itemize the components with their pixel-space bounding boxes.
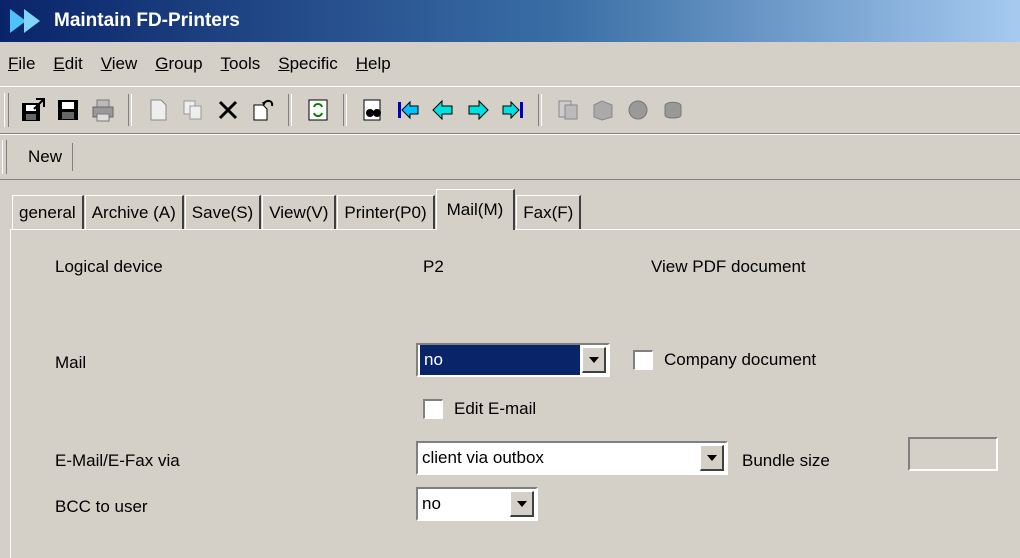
toolbar-separator (288, 94, 292, 126)
tab-save-s[interactable]: Save(S) (184, 195, 262, 230)
chevron-down-icon[interactable] (510, 491, 534, 517)
view-pdf-text: View PDF document (651, 257, 806, 276)
new-document-icon[interactable] (142, 93, 173, 127)
chevron-down-icon[interactable] (582, 347, 606, 373)
new-button[interactable]: New (18, 143, 74, 171)
email-via-label: E-Mail/E-Fax via (55, 451, 180, 470)
bcc-select[interactable]: no (416, 487, 538, 521)
menu-bar: File Edit View Group Tools Specific Help (0, 46, 1020, 82)
tab-strip: general Archive (A) Save(S) View(V) Printer(… (12, 186, 582, 230)
copy-icon[interactable] (177, 93, 208, 127)
menu-label-rest: roup (168, 54, 203, 73)
undo-icon[interactable] (247, 93, 278, 127)
toolbar-separator (538, 94, 542, 126)
first-record-icon[interactable] (392, 93, 423, 127)
group-3-icon[interactable] (622, 93, 653, 127)
menu-edit[interactable]: Edit (44, 54, 91, 74)
tab-printer-p0[interactable]: Printer(P0) (337, 195, 435, 230)
menu-label-rest: iew (111, 54, 138, 73)
app-icon (10, 9, 40, 33)
find-icon[interactable] (357, 93, 388, 127)
last-record-icon[interactable] (497, 93, 528, 127)
menu-label-rest: dit (64, 54, 83, 73)
toolbar-grip[interactable] (4, 93, 9, 127)
action-bar-grip[interactable] (2, 140, 7, 174)
tab-archive-a[interactable]: Archive (A) (84, 195, 184, 230)
mail-select[interactable]: no (416, 343, 610, 377)
tab-fax-f[interactable]: Fax(F) (516, 195, 582, 230)
edit-email-label: Edit E-mail (454, 399, 537, 418)
exit-save-icon[interactable] (17, 93, 48, 127)
bcc-select-value: no (422, 494, 441, 513)
mail-select-value: no (420, 345, 580, 375)
tab-general[interactable]: general (12, 195, 84, 230)
menu-label-rest: elp (368, 54, 391, 73)
menu-accelerator: V (100, 54, 112, 73)
menu-accelerator: S (278, 54, 290, 73)
window-title: Maintain FD-Printers (54, 10, 240, 31)
menu-accelerator: F (8, 54, 19, 73)
menu-group[interactable]: Group (146, 54, 211, 74)
menu-view[interactable]: View (92, 54, 147, 74)
menu-tools[interactable]: Tools (212, 54, 270, 74)
mail-label: Mail (55, 353, 87, 372)
save-icon[interactable] (52, 93, 83, 127)
tab-view-v[interactable]: View(V) (262, 195, 337, 230)
menu-file[interactable]: File (0, 54, 44, 74)
action-bar: New (0, 134, 1020, 180)
menu-accelerator: H (355, 54, 369, 73)
tab-mail-m[interactable]: Mail(M) (435, 189, 516, 230)
toolbar (0, 86, 1020, 134)
company-document-label: Company document (664, 350, 817, 369)
next-record-icon[interactable] (462, 93, 493, 127)
menu-label-rest: ile (18, 54, 36, 73)
logical-device-label: Logical device (55, 257, 163, 276)
mail-tab-panel: Logical device P2 View PDF document Mail… (10, 229, 1020, 558)
menu-label-rest: ools (229, 54, 261, 73)
delete-icon[interactable] (212, 93, 243, 127)
toolbar-separator (343, 94, 347, 126)
company-document-checkbox[interactable] (633, 350, 653, 370)
email-via-select[interactable]: client via outbox (416, 441, 728, 475)
group-1-icon[interactable] (552, 93, 583, 127)
group-4-icon[interactable] (657, 93, 688, 127)
title-bar: Maintain FD-Printers (0, 0, 1020, 42)
logical-device-value: P2 (423, 257, 444, 276)
menu-accelerator: T (220, 54, 230, 73)
refresh-icon[interactable] (302, 93, 333, 127)
bundle-size-field (908, 437, 998, 471)
menu-help[interactable]: Help (347, 54, 400, 74)
edit-email-checkbox[interactable] (423, 399, 443, 419)
print-icon[interactable] (87, 93, 118, 127)
menu-label-rest: pecific (289, 54, 338, 73)
chevron-down-icon[interactable] (700, 445, 724, 471)
menu-specific[interactable]: Specific (269, 54, 347, 74)
previous-record-icon[interactable] (427, 93, 458, 127)
email-via-select-value: client via outbox (422, 448, 544, 467)
bundle-size-label: Bundle size (742, 451, 830, 470)
menu-accelerator: E (53, 54, 65, 73)
group-2-icon[interactable] (587, 93, 618, 127)
bcc-label: BCC to user (55, 497, 148, 516)
menu-accelerator: G (155, 54, 169, 73)
toolbar-separator (128, 94, 132, 126)
